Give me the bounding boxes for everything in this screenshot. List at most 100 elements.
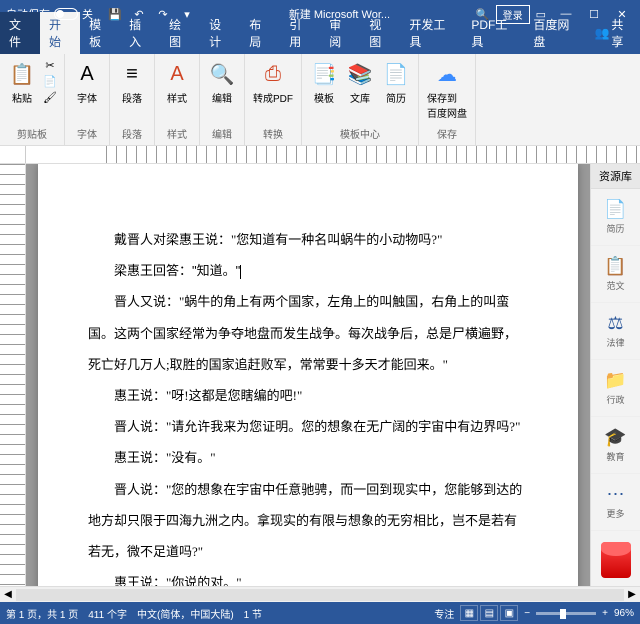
template-icon: 📑 [310,60,338,88]
side-item-sample[interactable]: 📋 范文 [591,246,640,303]
text-cursor [240,265,241,279]
view-read-icon[interactable]: ▦ [460,605,478,621]
scroll-track[interactable] [16,589,624,601]
group-label-paragraph: 段落 [116,124,148,141]
tab-review[interactable]: 审阅 [320,12,360,54]
side-item-resume[interactable]: 📄 简历 [591,189,640,246]
content-area: 戴晋人对梁惠王说："您知道有一种名叫蜗牛的小动物吗?" 梁惠王回答："知道。" … [0,164,640,586]
paste-icon: 📋 [8,60,36,88]
tab-developer[interactable]: 开发工具 [400,12,462,54]
zoom-out-icon[interactable]: − [524,608,530,619]
group-label-template-center: 模板中心 [308,124,412,141]
side-item-admin[interactable]: 📁 行政 [591,360,640,417]
edit-button[interactable]: 🔍 编辑 [206,58,238,107]
format-painter-icon[interactable]: 🖌 [42,90,58,104]
tab-baidu[interactable]: 百度网盘 [524,12,586,54]
pdf-icon: ⎙ [259,60,287,88]
tab-pdf[interactable]: PDF工具 [462,12,524,54]
document-viewport[interactable]: 戴晋人对梁惠王说："您知道有一种名叫蜗牛的小动物吗?" 梁惠王回答："知道。" … [26,164,590,586]
paragraph[interactable]: 戴晋人对梁惠王说："您知道有一种名叫蜗牛的小动物吗?" [88,224,528,255]
side-item-more[interactable]: ⋯ 更多 [591,474,640,531]
tab-view[interactable]: 视图 [360,12,400,54]
side-item-legal[interactable]: ⚖ 法律 [591,303,640,360]
resource-panel: 资源库 📄 简历 📋 范文 ⚖ 法律 📁 行政 🎓 教育 ⋯ 更多 [590,164,640,586]
status-section[interactable]: 1 节 [244,606,262,621]
pdf-button[interactable]: ⎙ 转成PDF [251,58,295,107]
horizontal-ruler[interactable] [26,146,640,163]
zoom-slider[interactable] [536,612,596,615]
ribbon-group-font: A 字体 字体 [65,54,110,145]
zoom-level[interactable]: 96% [614,608,634,619]
style-button[interactable]: A 样式 [161,58,193,107]
admin-icon: 📁 [595,370,636,391]
group-label-pdf: 转换 [251,124,295,141]
scroll-right-icon[interactable]: ▶ [624,589,640,600]
ribbon-group-style: A 样式 样式 [155,54,200,145]
status-bar: 第 1 页，共 1 页 411 个字 中文(简体，中国大陆) 1 节 专注 ▦ … [0,602,640,624]
ribbon: 📋 粘贴 ✂ 📄 🖌 剪贴板 A 字体 字体 ≡ 段落 段落 [0,54,640,146]
side-item-education[interactable]: 🎓 教育 [591,417,640,474]
resume-icon: 📄 [382,60,410,88]
toggle-icon[interactable] [54,8,78,20]
view-web-icon[interactable]: ▣ [500,605,518,621]
view-mode-buttons: ▦ ▤ ▣ [460,605,518,621]
horizontal-scrollbar[interactable]: ◀ ▶ [0,586,640,602]
legal-icon: ⚖ [595,313,636,334]
font-icon: A [73,60,101,88]
view-print-icon[interactable]: ▤ [480,605,498,621]
group-label-font: 字体 [71,124,103,141]
status-language[interactable]: 中文(简体，中国大陆) [137,606,234,621]
ribbon-group-clipboard: 📋 粘贴 ✂ 📄 🖌 剪贴板 [0,54,65,145]
tab-insert[interactable]: 插入 [120,12,160,54]
template-button[interactable]: 📑 模板 [308,58,340,107]
paragraph[interactable]: 晋人又说："蜗牛的角上有两个国家，左角上的叫触国，右角上的叫蛮国。这两个国家经常… [88,286,528,380]
copy-icon[interactable]: 📄 [42,74,58,88]
status-focus[interactable]: 专注 [434,606,454,621]
ruler-corner [0,146,26,163]
tab-file[interactable]: 文件 [0,12,40,54]
paragraph[interactable]: 惠王说："呀!这都是您瞎编的吧!" [88,380,528,411]
menu-bar: 文件 开始 模板 插入 绘图 设计 布局 引用 审阅 视图 开发工具 PDF工具… [0,28,640,54]
sample-icon: 📋 [595,256,636,277]
ribbon-group-save: ☁ 保存到 百度网盘 保存 [419,54,476,145]
paste-button[interactable]: 📋 粘贴 [6,58,38,107]
scroll-left-icon[interactable]: ◀ [0,589,16,600]
ribbon-group-paragraph: ≡ 段落 段落 [110,54,155,145]
status-words[interactable]: 411 个字 [88,606,127,621]
tab-template[interactable]: 模板 [80,12,120,54]
share-button[interactable]: 👥 共享 [586,12,640,54]
vertical-ruler[interactable] [0,164,26,586]
document-page[interactable]: 戴晋人对梁惠王说："您知道有一种名叫蜗牛的小动物吗?" 梁惠王回答："知道。" … [38,164,578,586]
group-label-clipboard: 剪贴板 [6,124,58,141]
more-icon: ⋯ [595,484,636,505]
font-button[interactable]: A 字体 [71,58,103,107]
group-label-style: 样式 [161,124,193,141]
tab-layout[interactable]: 布局 [240,12,280,54]
resource-panel-title: 资源库 [591,164,640,189]
doc-library-button[interactable]: 📚 文库 [344,58,376,107]
cut-icon[interactable]: ✂ [42,58,58,72]
save-baidu-button[interactable]: ☁ 保存到 百度网盘 [425,58,469,122]
paragraph[interactable]: 惠王说："你说的对。" [88,567,528,586]
red-packet-icon [601,542,631,578]
tab-references[interactable]: 引用 [280,12,320,54]
group-label-edit: 编辑 [206,124,238,141]
paragraph[interactable]: 晋人说："您的想象在宇宙中任意驰骋，而一回到现实中，您能够到达的地方却只限于四海… [88,474,528,568]
paragraph[interactable]: 惠王说："没有。" [88,442,528,473]
tab-design[interactable]: 设计 [200,12,240,54]
baidu-cloud-icon: ☁ [433,60,461,88]
paragraph[interactable]: 晋人说："请允许我来为您证明。您的想象在无广阔的宇宙中有边界吗?" [88,411,528,442]
paragraph[interactable]: 梁惠王回答："知道。" [88,255,528,286]
ribbon-group-edit: 🔍 编辑 编辑 [200,54,245,145]
ribbon-group-template-center: 📑 模板 📚 文库 📄 简历 模板中心 [302,54,419,145]
status-page[interactable]: 第 1 页，共 1 页 [6,606,78,621]
red-packet-promo[interactable] [591,534,640,586]
zoom-in-icon[interactable]: + [602,608,608,619]
tab-draw[interactable]: 绘图 [160,12,200,54]
style-icon: A [163,60,191,88]
resume-icon: 📄 [595,199,636,220]
resume-button[interactable]: 📄 简历 [380,58,412,107]
paragraph-icon: ≡ [118,60,146,88]
paragraph-button[interactable]: ≡ 段落 [116,58,148,107]
ruler-horizontal-area [0,146,640,164]
